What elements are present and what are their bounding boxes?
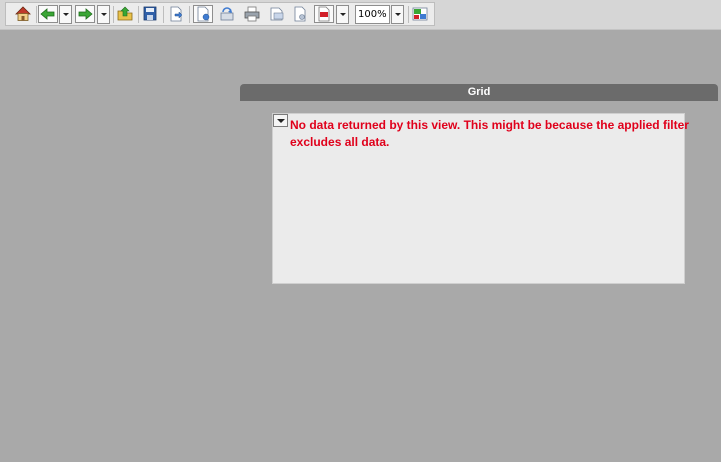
home-button[interactable]	[14, 5, 34, 23]
pdf-icon	[318, 6, 330, 22]
folder-up-icon	[117, 6, 133, 21]
zoom-dropdown[interactable]	[391, 5, 404, 24]
separator	[138, 6, 139, 23]
separator	[113, 6, 114, 23]
home-icon	[15, 6, 31, 21]
pdf-export-button[interactable]	[314, 5, 334, 23]
print-preview-button[interactable]	[268, 5, 288, 23]
separator	[36, 6, 37, 23]
printer-icon	[244, 6, 260, 22]
save-button[interactable]	[141, 5, 161, 23]
export-button[interactable]	[167, 5, 187, 23]
grid-view-container: No data returned by this view. This migh…	[272, 113, 689, 284]
new-document-button[interactable]	[193, 5, 213, 23]
arrow-left-icon	[40, 8, 55, 20]
toolbar-group: 100%	[5, 2, 435, 26]
zoom-level-input[interactable]: 100%	[355, 5, 390, 24]
new-document-icon	[197, 6, 210, 22]
back-history-dropdown[interactable]	[59, 5, 72, 24]
forward-button[interactable]	[75, 5, 95, 23]
fit-window-button[interactable]	[411, 5, 431, 23]
grid-panel-header: Grid	[240, 84, 718, 101]
up-folder-button[interactable]	[116, 5, 136, 23]
page-setup-button[interactable]	[291, 5, 311, 23]
refresh-button[interactable]	[218, 5, 238, 23]
no-data-message: No data returned by this view. This migh…	[290, 118, 689, 149]
export-icon	[170, 6, 183, 22]
floppy-disk-icon	[143, 6, 157, 21]
separator	[189, 6, 190, 23]
pdf-options-dropdown[interactable]	[336, 5, 349, 24]
forward-history-dropdown[interactable]	[97, 5, 110, 24]
back-button[interactable]	[38, 5, 58, 23]
page-setup-icon	[294, 6, 306, 22]
separator	[163, 6, 164, 23]
print-button[interactable]	[243, 5, 263, 23]
view-menu-dropdown[interactable]	[273, 114, 288, 127]
arrow-right-icon	[78, 8, 93, 20]
separator	[408, 6, 409, 23]
print-preview-icon	[270, 7, 284, 21]
toolbar: 100%	[0, 0, 721, 30]
refresh-icon	[220, 7, 234, 21]
fit-window-icon	[412, 7, 428, 21]
